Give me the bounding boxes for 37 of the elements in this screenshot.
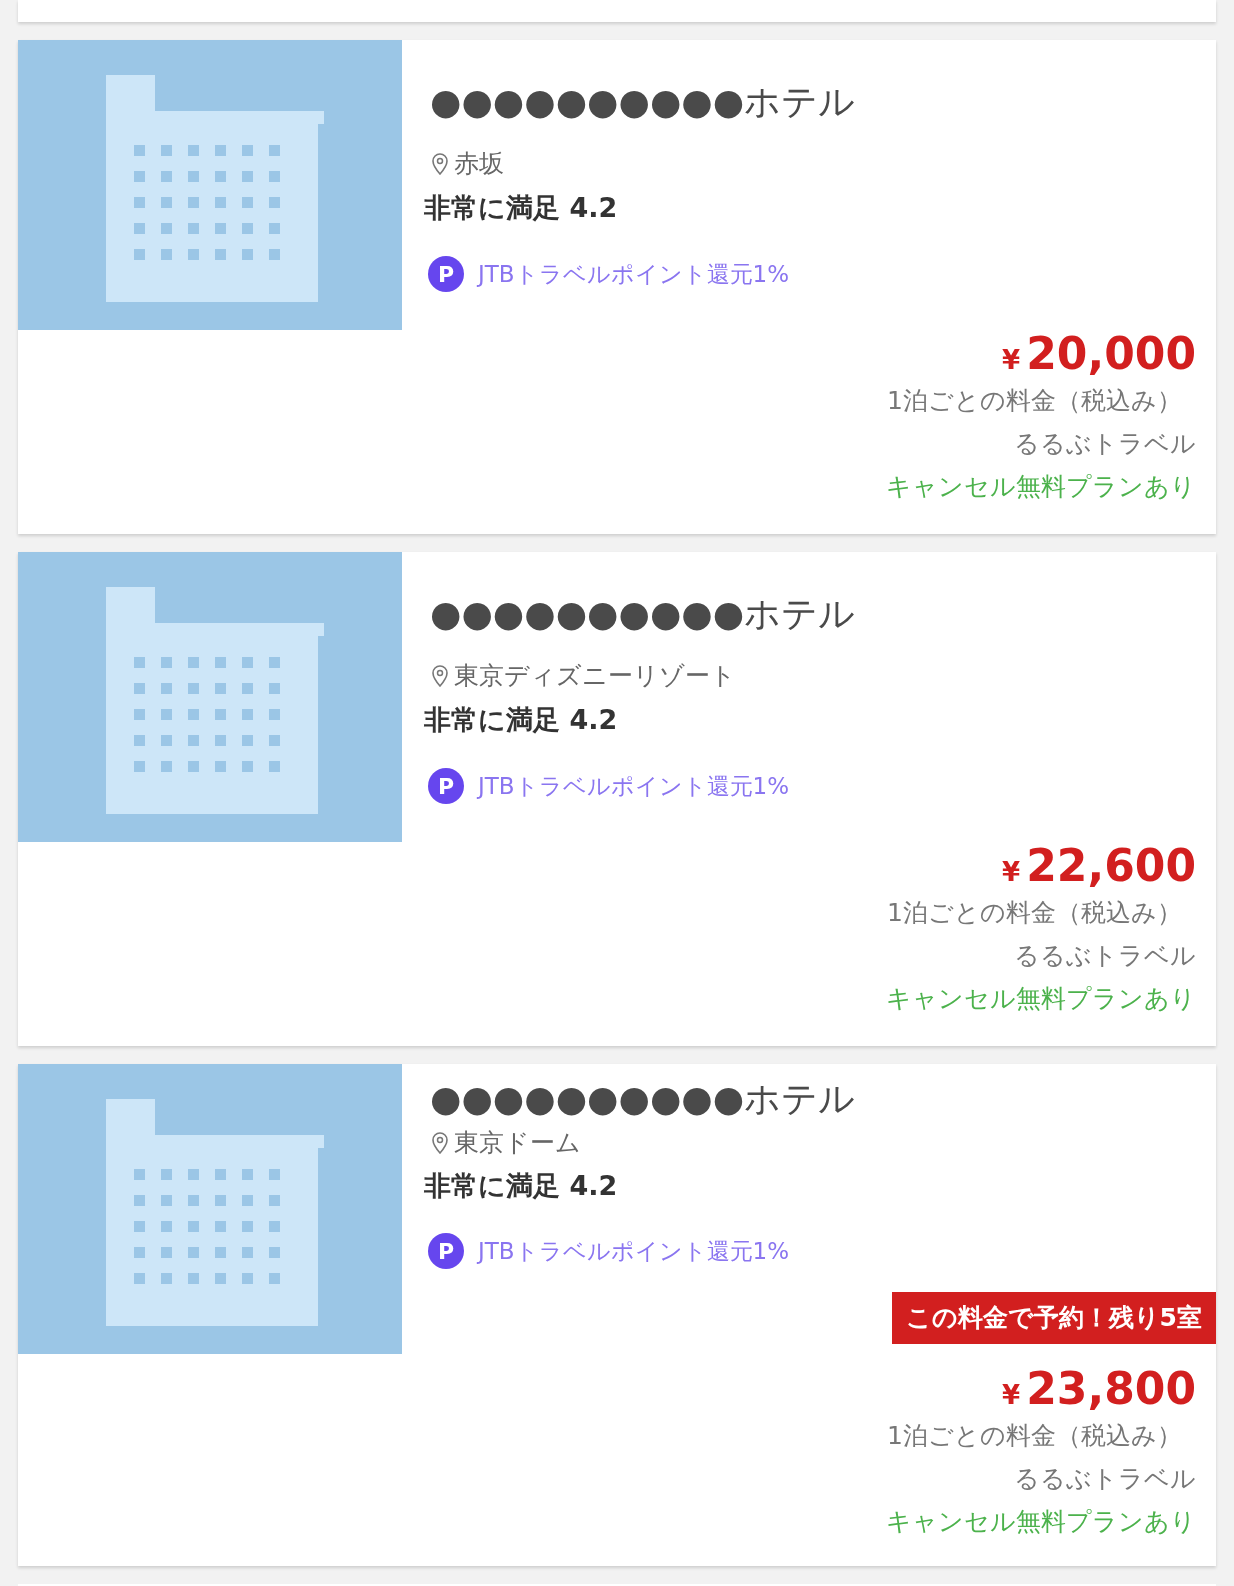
availability-banner: この料金で予約！残り5室 bbox=[891, 1292, 1216, 1344]
location-pin-icon bbox=[432, 153, 448, 175]
location-text: 東京ドーム bbox=[454, 1129, 581, 1157]
hotel-card[interactable]: ●●●●●●●●●●ホテル 東京ドーム 非常に満足 4.2 P JTBトラベルポイント還元1% この料金で予約！残り5室 ¥23,800 1泊ごとの料金（税込み） るるぶトラベル キャンセル無料プランあり bbox=[18, 1064, 1216, 1566]
hotel-name[interactable]: ●●●●●●●●●●ホテル bbox=[424, 592, 1216, 636]
currency-symbol: ¥ bbox=[1002, 1379, 1021, 1412]
provider-text: るるぶトラベル bbox=[1014, 1463, 1196, 1495]
price-text: 20,000 bbox=[1026, 329, 1196, 379]
location-text: 赤坂 bbox=[454, 150, 504, 178]
provider-text: るるぶトラベル bbox=[1014, 428, 1196, 460]
price-text: 23,800 bbox=[1026, 1364, 1196, 1414]
free-cancellation-text: キャンセル無料プランあり bbox=[886, 1506, 1196, 1538]
rating-text: 非常に満足 4.2 bbox=[424, 1170, 619, 1202]
free-cancellation-text: キャンセル無料プランあり bbox=[886, 983, 1196, 1015]
points-icon: P bbox=[428, 768, 464, 804]
hotel-name[interactable]: ●●●●●●●●●●ホテル bbox=[424, 1077, 1216, 1121]
points-icon: P bbox=[428, 1233, 464, 1269]
location-text: 東京ディズニーリゾート bbox=[454, 662, 736, 690]
hotel-card[interactable]: ●●●●●●●●●●ホテル 赤坂 非常に満足 4.2 P JTBトラベルポイント還元1% ¥20,000 1泊ごとの料金（税込み） るるぶトラベル キャンセル無料プランあり bbox=[18, 40, 1216, 534]
hotel-name[interactable]: ●●●●●●●●●●ホテル bbox=[424, 80, 1216, 124]
rating-text: 非常に満足 4.2 bbox=[424, 192, 619, 224]
provider-text: るるぶトラベル bbox=[1014, 940, 1196, 972]
hotel-card[interactable]: ●●●●●●●●●●ホテル 東京ディズニーリゾート 非常に満足 4.2 P JTBトラベルポイント還元1% ¥22,600 1泊ごとの料金（税込み） るるぶトラベル キャンセル無料プランあり bbox=[18, 552, 1216, 1046]
currency-symbol: ¥ bbox=[1002, 344, 1021, 377]
points-icon: P bbox=[428, 256, 464, 292]
price-note: 1泊ごとの料金（税込み） bbox=[887, 897, 1183, 929]
location-pin-icon bbox=[432, 1132, 448, 1154]
price-note: 1泊ごとの料金（税込み） bbox=[887, 1420, 1183, 1452]
location-pin-icon bbox=[432, 665, 448, 687]
free-cancellation-text: キャンセル無料プランあり bbox=[886, 471, 1196, 503]
price-text: 22,600 bbox=[1026, 841, 1196, 891]
points-link[interactable]: JTBトラベルポイント還元1% bbox=[478, 768, 790, 804]
points-link[interactable]: JTBトラベルポイント還元1% bbox=[478, 256, 790, 292]
currency-symbol: ¥ bbox=[1002, 856, 1021, 889]
points-link[interactable]: JTBトラベルポイント還元1% bbox=[478, 1233, 790, 1269]
price-note: 1泊ごとの料金（税込み） bbox=[887, 385, 1183, 417]
rating-text: 非常に満足 4.2 bbox=[424, 704, 619, 736]
